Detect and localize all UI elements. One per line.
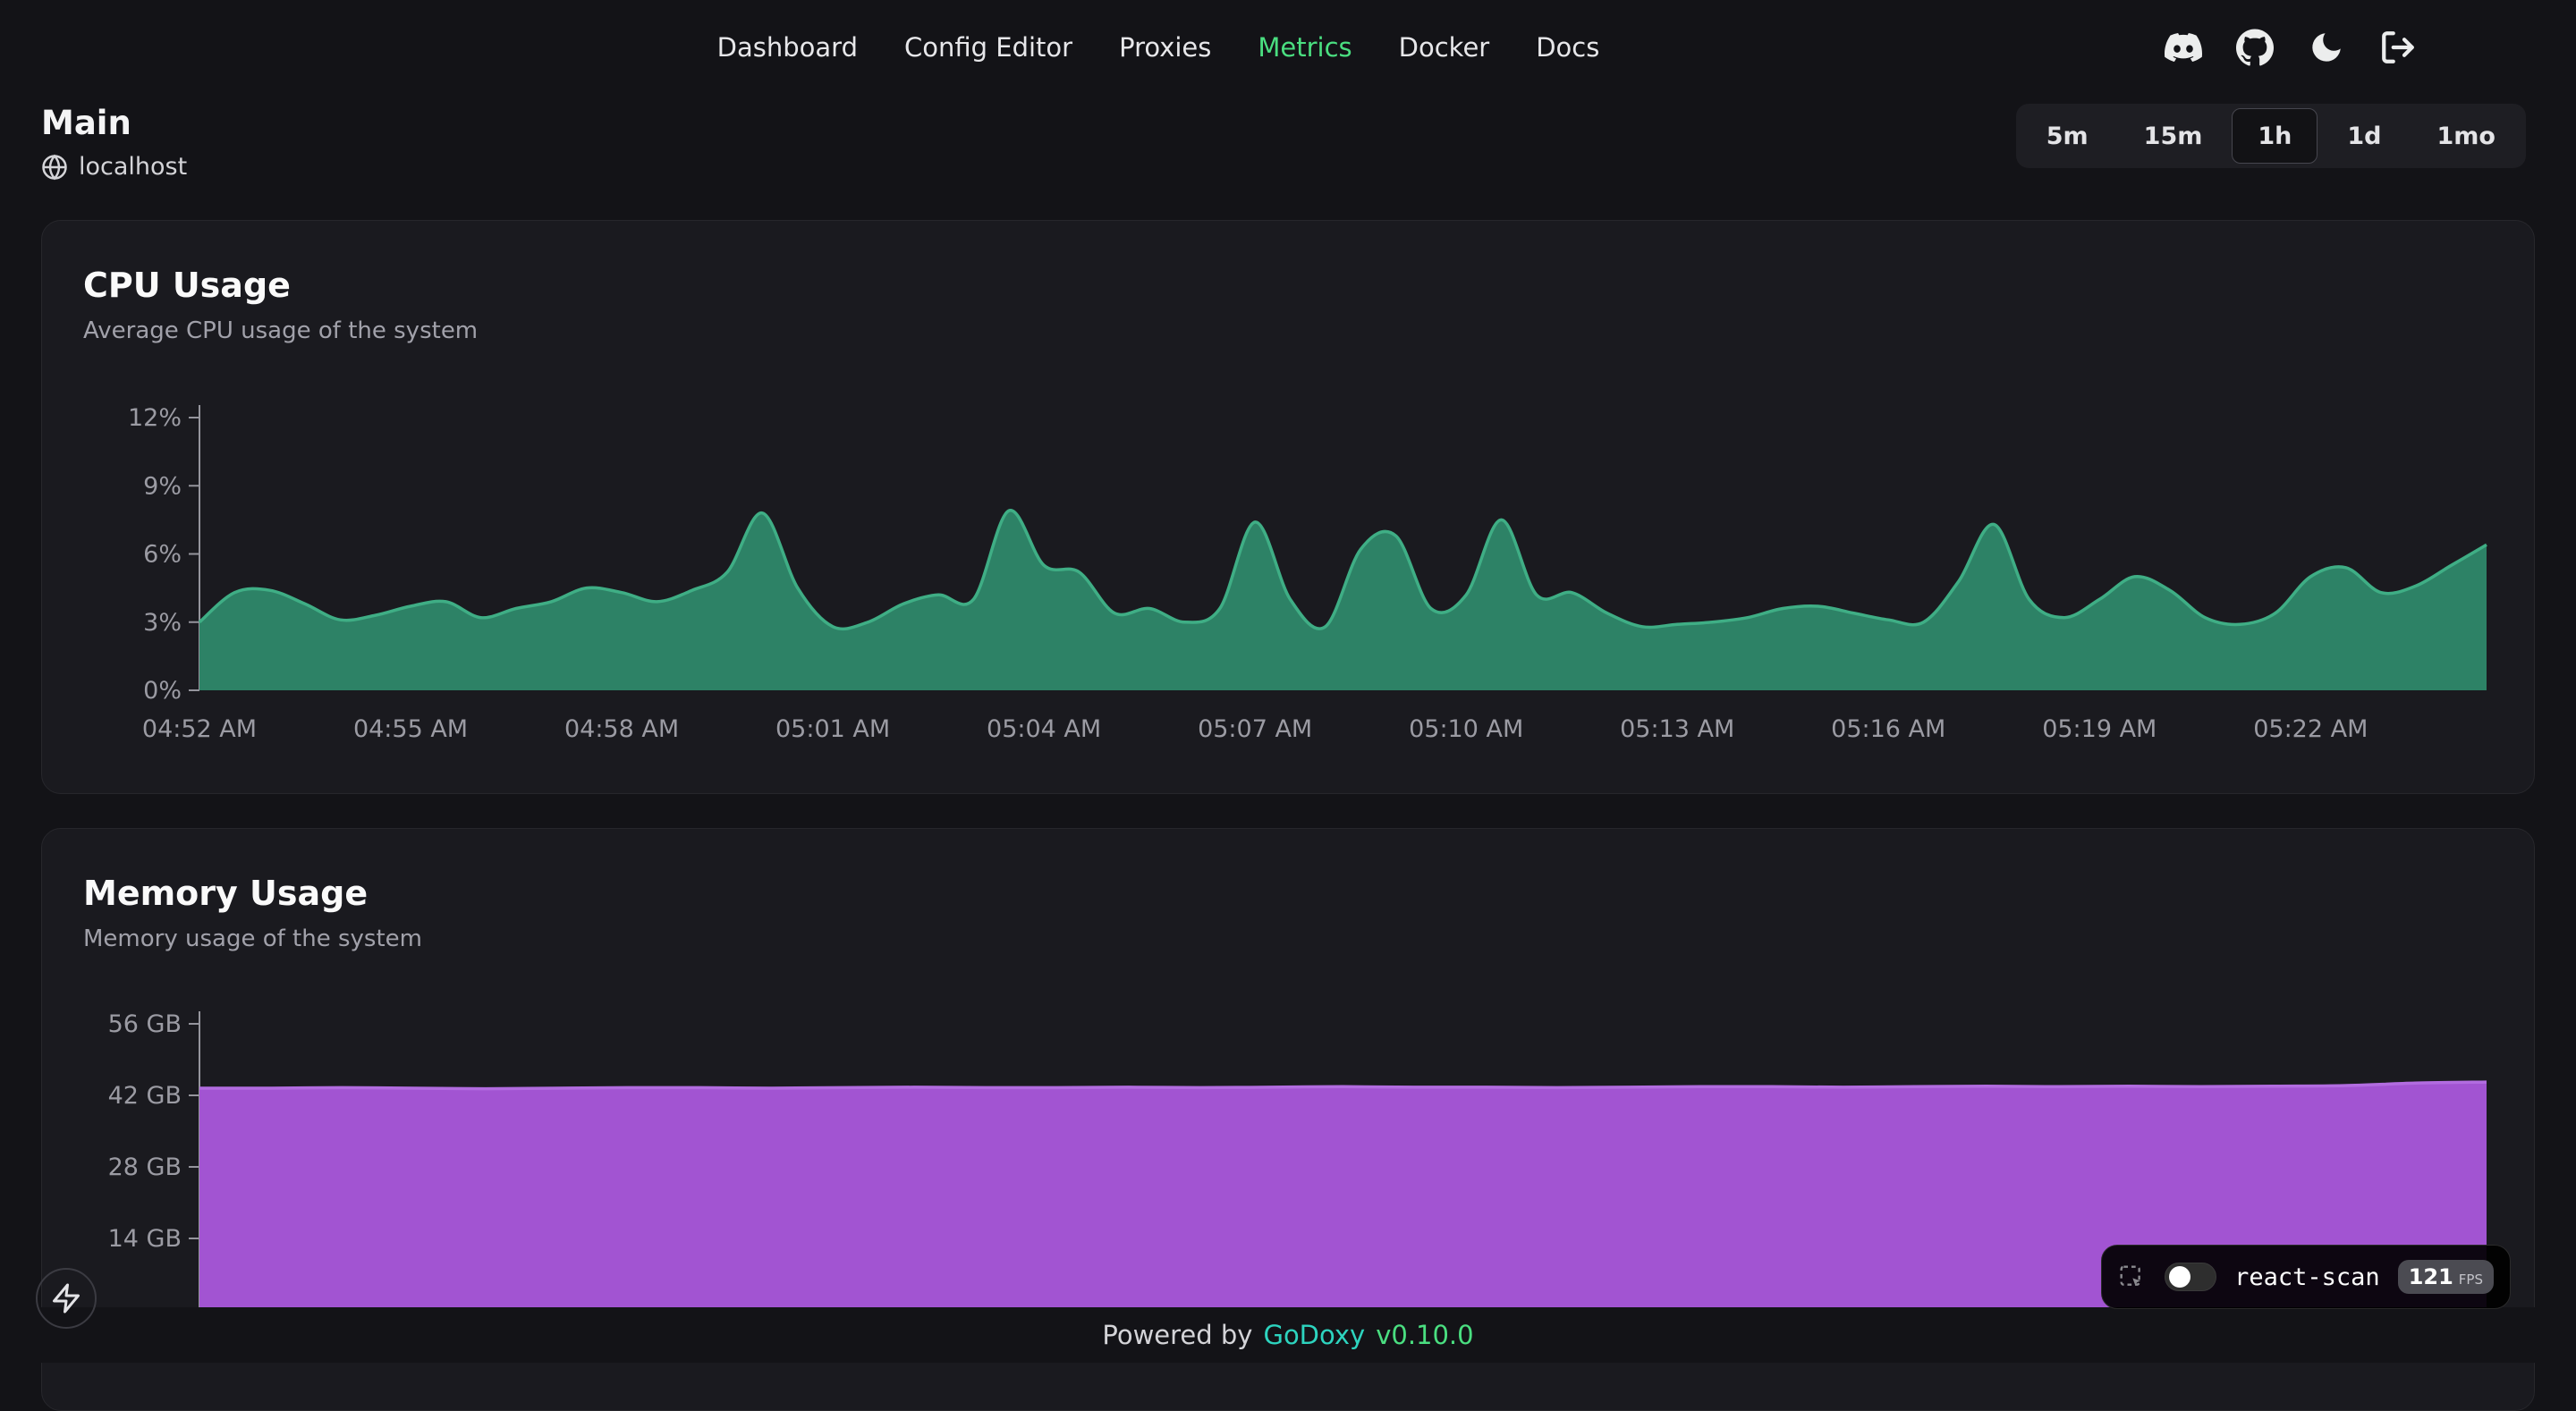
y-tick-label: 14 GB <box>108 1225 182 1253</box>
memory-card-subtitle: Memory usage of the system <box>83 925 2493 952</box>
fps-value: 121 <box>2409 1264 2453 1289</box>
fps-badge: 121 FPS <box>2398 1260 2494 1294</box>
x-tick-label: 05:13 AM <box>1620 715 1734 743</box>
time-range-selector: 5m 15m 1h 1d 1mo <box>2016 104 2526 168</box>
area-fill <box>199 511 2487 690</box>
x-tick-label: 05:16 AM <box>1831 715 1945 743</box>
time-range-1d[interactable]: 1d <box>2321 108 2407 164</box>
version-text: v0.10.0 <box>1376 1320 1473 1350</box>
top-icon-group <box>2163 27 2419 68</box>
y-tick-label: 3% <box>143 609 182 637</box>
nav-item-dashboard[interactable]: Dashboard <box>717 32 858 63</box>
inspect-icon[interactable] <box>2116 1262 2147 1292</box>
x-tick-label: 04:52 AM <box>142 715 257 743</box>
toggle-knob <box>2169 1266 2190 1288</box>
host-block: Main localhost <box>41 104 187 181</box>
x-tick-label: 05:19 AM <box>2042 715 2157 743</box>
y-tick-label: 42 GB <box>108 1082 182 1110</box>
x-tick-label: 04:55 AM <box>353 715 468 743</box>
x-tick-label: 04:58 AM <box>564 715 679 743</box>
y-tick-label: 6% <box>143 541 182 569</box>
time-range-1h[interactable]: 1h <box>2232 108 2318 164</box>
discord-icon[interactable] <box>2163 27 2204 68</box>
x-tick-label: 05:01 AM <box>775 715 890 743</box>
theme-toggle-moon-icon[interactable] <box>2306 27 2347 68</box>
react-scan-toggle[interactable] <box>2165 1263 2216 1291</box>
quick-actions-button[interactable] <box>36 1268 97 1329</box>
footer: Powered by GoDoxy v0.10.0 <box>0 1307 2576 1363</box>
nav-item-docs[interactable]: Docs <box>1536 32 1599 63</box>
host-row: localhost <box>41 153 187 181</box>
y-tick-label: 12% <box>128 404 182 432</box>
nav-item-metrics[interactable]: Metrics <box>1258 32 1352 63</box>
x-tick-label: 05:22 AM <box>2253 715 2368 743</box>
nav-item-config-editor[interactable]: Config Editor <box>904 32 1072 63</box>
godoxy-link[interactable]: GoDoxy <box>1263 1320 1365 1350</box>
react-scan-toolbar[interactable]: react-scan 121 FPS <box>2101 1245 2511 1309</box>
y-tick-label: 0% <box>143 677 182 705</box>
zap-icon <box>50 1282 82 1314</box>
x-tick-label: 05:07 AM <box>1198 715 1312 743</box>
nav-item-proxies[interactable]: Proxies <box>1119 32 1211 63</box>
memory-card-title: Memory Usage <box>83 874 2493 913</box>
y-tick-label: 28 GB <box>108 1153 182 1181</box>
github-icon[interactable] <box>2234 27 2275 68</box>
nav-item-docker[interactable]: Docker <box>1399 32 1490 63</box>
main-nav: Dashboard Config Editor Proxies Metrics … <box>717 32 1600 63</box>
time-range-15m[interactable]: 15m <box>2118 108 2229 164</box>
powered-by-text: Powered by <box>1102 1320 1252 1350</box>
page-head: Main localhost 5m 15m 1h 1d 1mo <box>0 104 2576 181</box>
time-range-5m[interactable]: 5m <box>2021 108 2114 164</box>
time-range-1mo[interactable]: 1mo <box>2411 108 2521 164</box>
cpu-usage-area-chart[interactable]: 0% 3% 6% 9% 12% 04:52 AM 04:55 AM 04:58 AM 05:01… <box>83 382 2498 766</box>
cpu-card-subtitle: Average CPU usage of the system <box>83 317 2493 344</box>
react-scan-label: react-scan <box>2234 1263 2380 1291</box>
logout-icon[interactable] <box>2377 27 2419 68</box>
globe-icon <box>41 154 68 181</box>
y-tick-label: 9% <box>143 472 182 500</box>
fps-unit: FPS <box>2459 1272 2483 1288</box>
x-tick-label: 05:10 AM <box>1409 715 1523 743</box>
x-tick-label: 05:04 AM <box>987 715 1101 743</box>
page-title: Main <box>41 104 187 142</box>
area-stroke <box>199 1082 2487 1089</box>
cpu-card-title: CPU Usage <box>83 266 2493 305</box>
top-bar: Dashboard Config Editor Proxies Metrics … <box>0 0 2576 93</box>
y-tick-label: 56 GB <box>108 1010 182 1038</box>
cpu-usage-card: CPU Usage Average CPU usage of the syste… <box>41 220 2535 794</box>
host-name: localhost <box>79 153 187 181</box>
